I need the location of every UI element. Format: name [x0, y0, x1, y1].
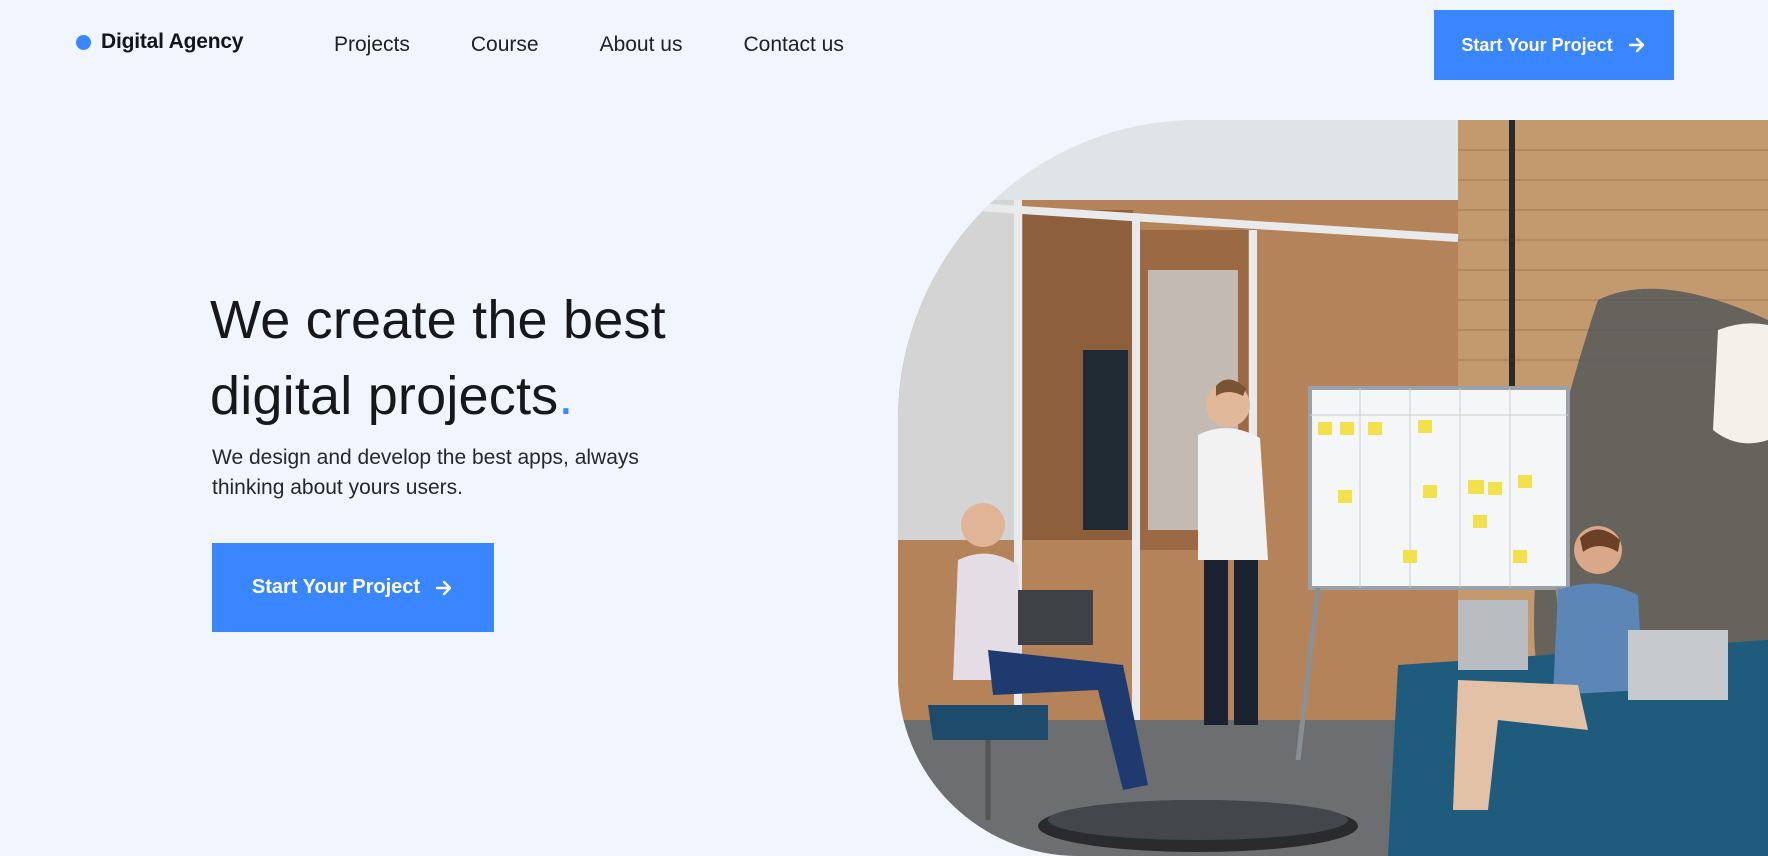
header-start-project-button[interactable]: Start Your Project	[1434, 10, 1674, 80]
hero-title-accent-dot: .	[558, 366, 574, 426]
hero-subtitle: We design and develop the best apps, alw…	[212, 446, 639, 499]
landing-page: Digital Agency Projects Course About us …	[0, 0, 1768, 856]
hero-title-line-2: digital projects	[210, 366, 559, 426]
nav-link-about-us[interactable]: About us	[600, 33, 683, 57]
hero-title-line-1: We create the best	[210, 290, 666, 350]
nav-link-course[interactable]: Course	[471, 33, 539, 57]
hero-start-project-label: Start Your Project	[251, 576, 421, 598]
logo-dot-icon	[76, 34, 91, 50]
logo[interactable]: Digital Agency	[76, 30, 243, 54]
header-start-project-label: Start Your Project	[1461, 34, 1613, 55]
arrow-right-icon	[1627, 35, 1647, 55]
hero-title: We create the best digital projects.	[210, 282, 770, 434]
nav-link-contact-us[interactable]: Contact us	[743, 33, 843, 57]
main-nav: Projects Course About us Contact us	[334, 33, 844, 57]
nav-link-projects[interactable]: Projects	[334, 33, 410, 57]
hero-team-photo	[898, 120, 1768, 856]
arrow-right-icon	[434, 578, 454, 598]
hero-start-project-button[interactable]: Start Your Project	[212, 543, 494, 632]
brand-name: Digital Agency	[101, 30, 244, 53]
